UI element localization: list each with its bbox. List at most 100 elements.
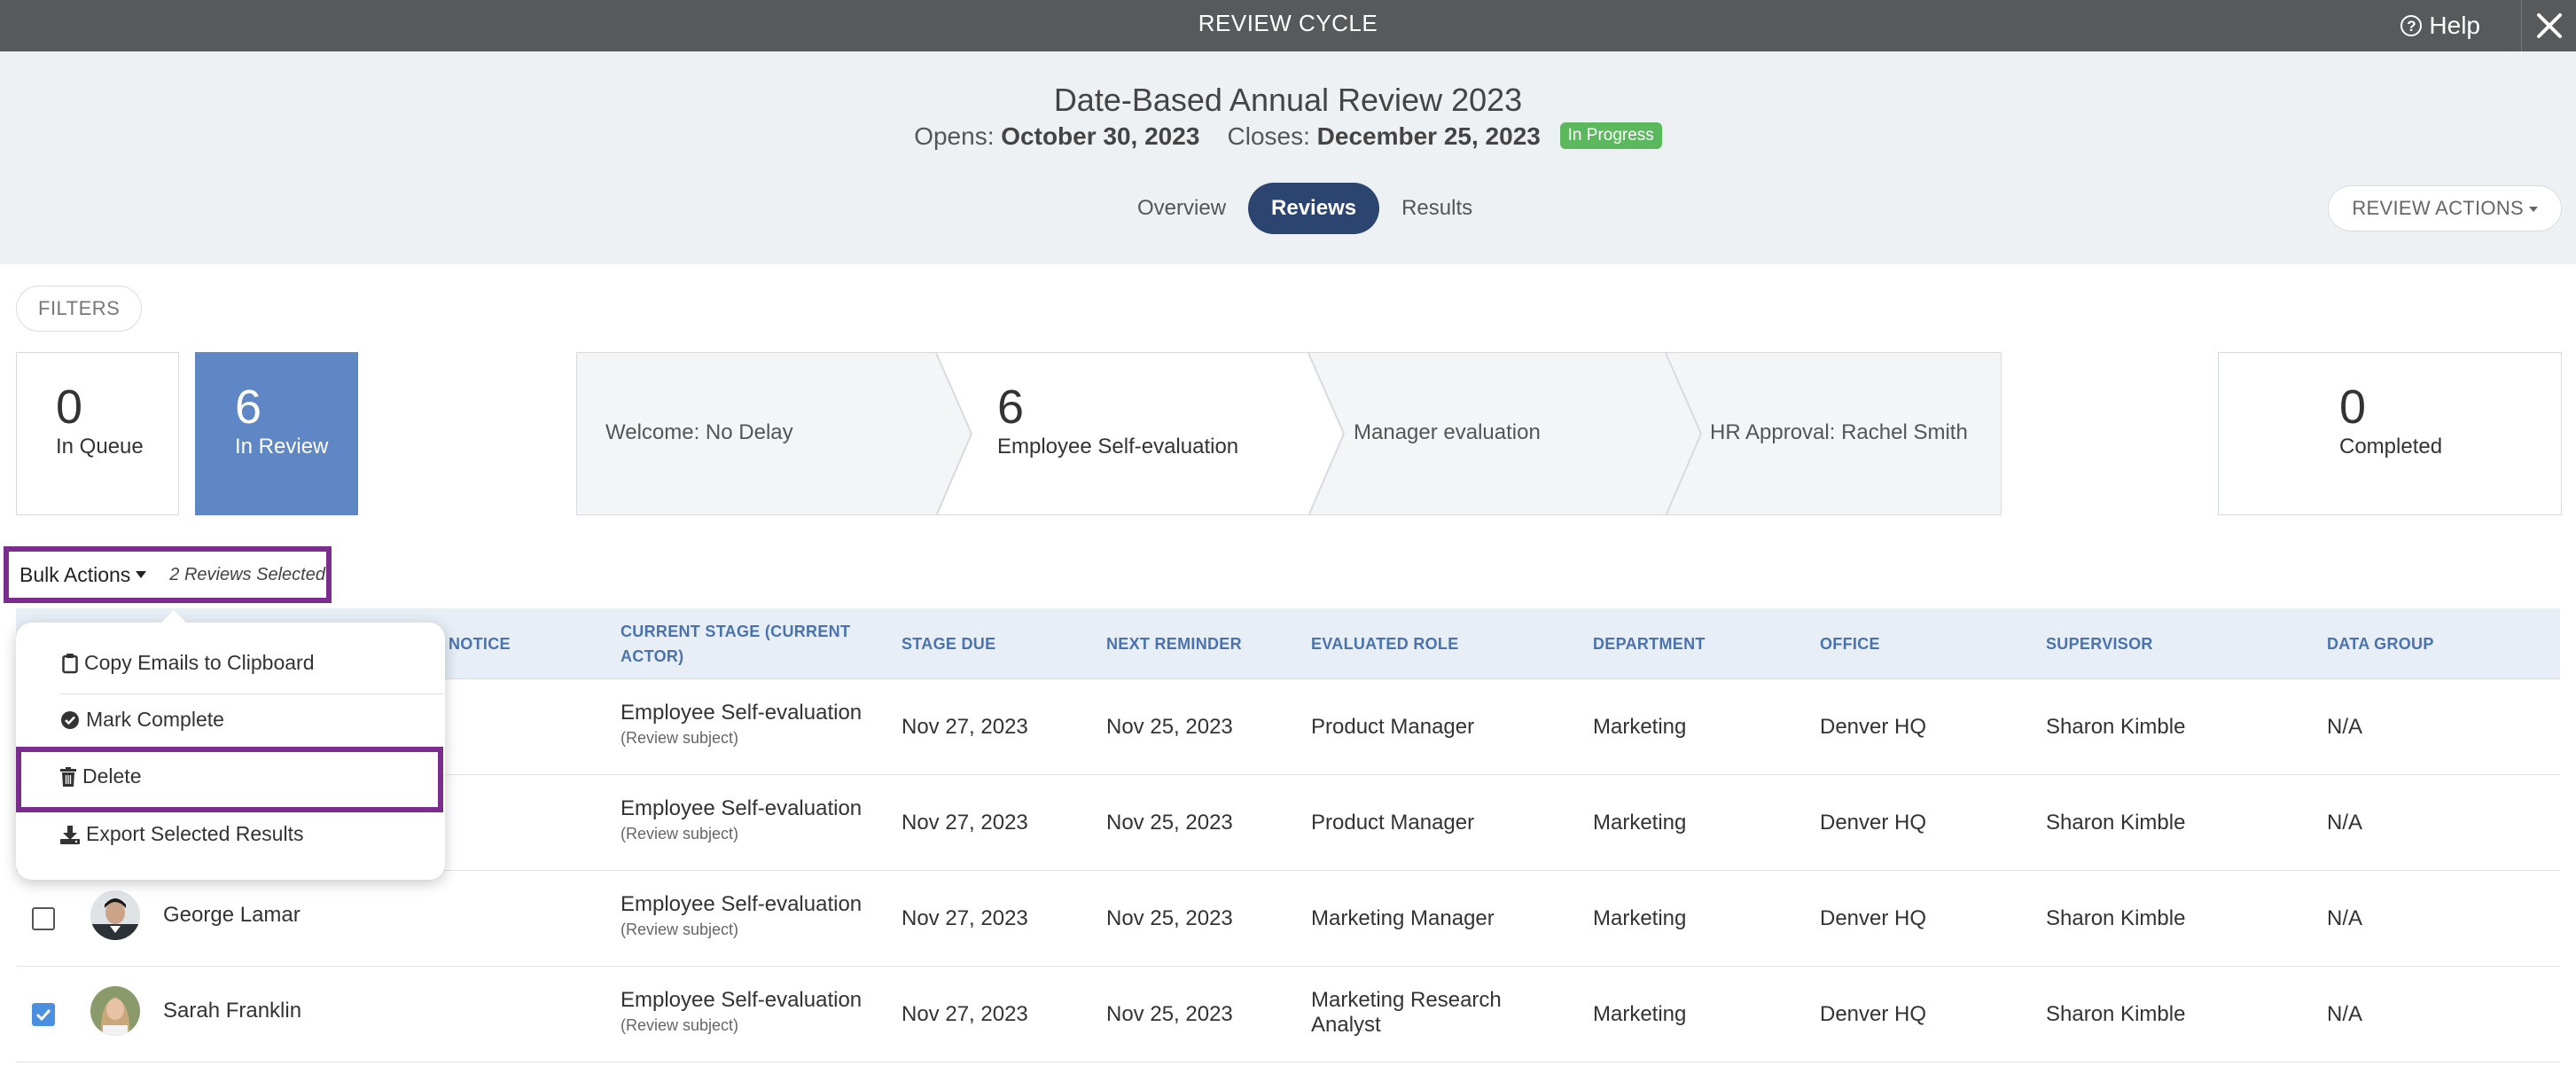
col-office[interactable]: OFFICE: [1820, 631, 1880, 656]
closes-date: December 25, 2023: [1316, 122, 1541, 150]
col-evaluated-role[interactable]: EVALUATED ROLE: [1311, 631, 1459, 656]
table-row[interactable]: Sarah Franklin Employee Self-evaluation (…: [16, 967, 2560, 1062]
in-queue-label: In Queue: [56, 435, 144, 459]
stage-self-eval-count: 6: [997, 380, 1025, 434]
trash-icon: [60, 766, 76, 787]
check-circle-icon: [61, 710, 79, 729]
close-icon: [2536, 13, 2562, 38]
stage-cell: Employee Self-evaluation (Review subject): [621, 796, 862, 843]
table-row[interactable]: George Lamar Employee Self-evaluation (Re…: [16, 871, 2560, 967]
stage-cell: Employee Self-evaluation (Review subject): [621, 892, 862, 939]
menu-item-copy-emails[interactable]: Copy Emails to Clipboard: [62, 651, 315, 675]
completed-box[interactable]: 0 Completed: [2218, 352, 2562, 515]
col-data-group[interactable]: DATA GROUP: [2327, 631, 2434, 656]
reviewee-name[interactable]: George Lamar: [163, 903, 301, 928]
office-cell: Denver HQ: [1820, 906, 1927, 930]
in-queue-count: 0: [56, 380, 83, 434]
stage-actor: (Review subject): [621, 1016, 739, 1034]
tab-bar: Overview Reviews Results: [1115, 183, 1495, 234]
stage-name: Employee Self-evaluation: [621, 988, 863, 1012]
role-cell: Marketing Research Analyst: [1311, 988, 1502, 1038]
col-supervisor[interactable]: SUPERVISOR: [2046, 631, 2153, 656]
data-group-cell: N/A: [2327, 906, 2363, 930]
close-button[interactable]: [2521, 0, 2576, 51]
role-cell: Product Manager: [1311, 811, 1475, 835]
data-group-cell: N/A: [2327, 715, 2363, 739]
help-label: Help: [2429, 12, 2480, 39]
stage-due-cell: Nov 27, 2023: [902, 811, 1028, 835]
selection-count: 2 Reviews Selected: [169, 564, 325, 584]
stage-actor: (Review subject): [621, 729, 739, 747]
in-review-box[interactable]: 6 In Review: [195, 352, 358, 515]
menu-item-mark-complete[interactable]: Mark Complete: [60, 708, 224, 732]
col-next-reminder[interactable]: NEXT REMINDER: [1106, 631, 1242, 656]
menu-item-label: Delete: [82, 764, 142, 788]
download-icon: [60, 825, 80, 844]
stage-self-evaluation[interactable]: Employee Self-evaluation: [997, 435, 1238, 459]
avatar: [90, 890, 140, 940]
role-cell: Product Manager: [1311, 715, 1475, 739]
department-cell: Marketing: [1593, 1002, 1687, 1026]
in-review-label: In Review: [235, 435, 329, 459]
col-notice[interactable]: NOTICE: [449, 631, 511, 656]
help-link[interactable]: ? Help: [2400, 0, 2480, 51]
row-checkbox[interactable]: [32, 1003, 55, 1026]
in-queue-box[interactable]: 0 In Queue: [16, 352, 179, 515]
col-current-stage[interactable]: CURRENT STAGE (CURRENT ACTOR): [621, 619, 850, 669]
stage-cell: Employee Self-evaluation (Review subject): [621, 701, 862, 748]
data-group-cell: N/A: [2327, 1002, 2363, 1026]
menu-item-export-results[interactable]: Export Selected Results: [60, 822, 303, 846]
stage-hr-approval[interactable]: HR Approval: Rachel Smith: [1710, 420, 1968, 445]
department-cell: Marketing: [1593, 715, 1687, 739]
supervisor-cell: Sharon Kimble: [2046, 811, 2186, 835]
review-actions-label: REVIEW ACTIONS: [2352, 197, 2524, 219]
row-checkbox[interactable]: [32, 907, 55, 930]
department-cell: Marketing: [1593, 811, 1687, 835]
tab-reviews[interactable]: Reviews: [1248, 183, 1380, 234]
supervisor-cell: Sharon Kimble: [2046, 906, 2186, 930]
col-current-stage-line2: ACTOR): [621, 647, 684, 665]
review-dates: Opens: October 30, 2023 Closes: December…: [0, 121, 2576, 152]
completed-count: 0: [2339, 380, 2367, 434]
opens-label: Opens:: [914, 122, 995, 150]
reviewee-name[interactable]: Sarah Franklin: [163, 999, 301, 1023]
stage-actor: (Review subject): [621, 825, 739, 843]
stage-manager-evaluation[interactable]: Manager evaluation: [1354, 420, 1541, 445]
stage-cell: Employee Self-evaluation (Review subject): [621, 988, 862, 1035]
next-reminder-cell: Nov 25, 2023: [1106, 811, 1233, 835]
avatar-image: [90, 986, 140, 1036]
menu-item-label: Export Selected Results: [86, 822, 304, 845]
department-cell: Marketing: [1593, 906, 1687, 930]
supervisor-cell: Sharon Kimble: [2046, 715, 2186, 739]
role-line-1: Marketing Research: [1311, 988, 1502, 1012]
role-line-2: Analyst: [1311, 1013, 1381, 1037]
col-stage-due[interactable]: STAGE DUE: [902, 631, 995, 656]
avatar: [90, 986, 140, 1036]
office-cell: Denver HQ: [1820, 715, 1927, 739]
stage-name: Employee Self-evaluation: [621, 701, 863, 725]
stage-name: Employee Self-evaluation: [621, 796, 863, 820]
in-review-count: 6: [235, 380, 262, 434]
bulk-actions-button[interactable]: Bulk Actions: [20, 563, 130, 587]
closes-label: Closes:: [1227, 122, 1310, 150]
menu-item-delete[interactable]: Delete: [60, 764, 141, 788]
caret-down-icon: [136, 571, 147, 578]
review-actions-button[interactable]: REVIEW ACTIONS: [2328, 185, 2562, 231]
col-department[interactable]: DEPARTMENT: [1593, 631, 1706, 656]
stage-due-cell: Nov 27, 2023: [902, 1002, 1028, 1026]
caret-down-icon: [2529, 207, 2538, 213]
tab-results[interactable]: Results: [1379, 183, 1495, 234]
tab-overview[interactable]: Overview: [1115, 183, 1248, 234]
menu-item-label: Copy Emails to Clipboard: [84, 651, 315, 674]
office-cell: Denver HQ: [1820, 811, 1927, 835]
next-reminder-cell: Nov 25, 2023: [1106, 906, 1233, 930]
review-header: Date-Based Annual Review 2023 Opens: Oct…: [0, 51, 2576, 264]
bulk-actions-menu: Copy Emails to Clipboard Mark Complete D…: [16, 610, 445, 880]
col-current-stage-line1: CURRENT STAGE (CURRENT: [621, 623, 851, 640]
stage-due-cell: Nov 27, 2023: [902, 715, 1028, 739]
stage-welcome[interactable]: Welcome: No Delay: [605, 420, 793, 445]
avatar-image: [90, 890, 140, 940]
office-cell: Denver HQ: [1820, 1002, 1927, 1026]
bulk-actions-bar: Bulk Actions 2 Reviews Selected: [4, 546, 332, 603]
filters-button[interactable]: FILTERS: [16, 286, 143, 332]
